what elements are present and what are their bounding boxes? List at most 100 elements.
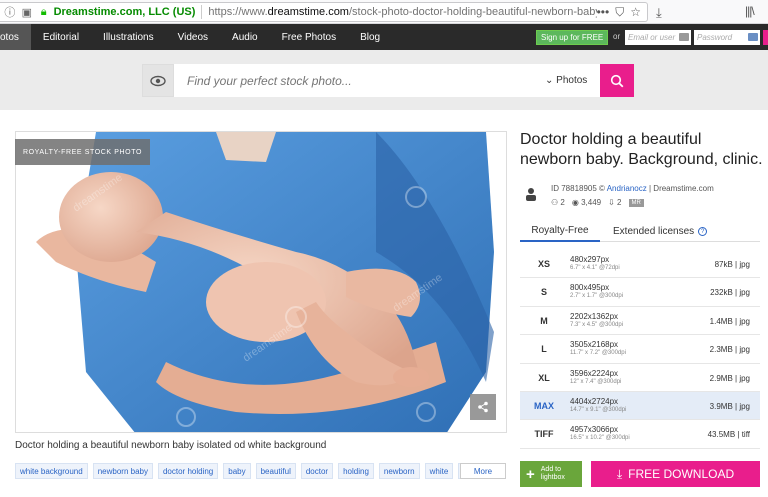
size-file-info: 2.3MB | jpg [709, 345, 750, 355]
size-row-l[interactable]: L 3505x2168px 11.7" x 7.2" @300dpi 2.3MB… [520, 335, 760, 364]
size-dimensions: 2202x1362px [570, 311, 619, 321]
site-identity[interactable]: Dreamstime.com, LLC (US) [54, 6, 196, 18]
downloads-count: 2 [617, 198, 622, 207]
pocket-icon[interactable]: ⛉ [615, 5, 624, 20]
nav-item-editorial[interactable]: Editorial [31, 24, 91, 50]
size-print-info: 6.7" x 4.1" @72dpi [570, 265, 620, 271]
tag[interactable]: white [424, 463, 454, 479]
size-file-info: 43.5MB | tiff [707, 430, 750, 440]
size-dimensions: 800x495px [570, 283, 610, 293]
search-input[interactable] [174, 64, 600, 97]
size-file-info: 3.9MB | jpg [709, 401, 750, 411]
size-dimensions: 3505x2168px [570, 340, 619, 350]
info-icon[interactable]: ⓘ [3, 5, 17, 19]
info-icon[interactable]: ? [698, 227, 708, 236]
email-field[interactable]: Email or user [625, 30, 691, 45]
size-print-info: 11.7" x 7.2" @300dpi [570, 350, 626, 357]
views-count: 3,449 [581, 198, 602, 207]
size-row-xl[interactable]: XL 3596x2224px 12" x 7.4" @300dpi 2.9MB … [520, 364, 760, 392]
size-print-info: 16.5" x 10.2" @300dpi [570, 435, 630, 442]
top-nav: otos Editorial Illustrations Videos Audi… [0, 24, 768, 50]
search-button[interactable] [600, 64, 634, 97]
search-band: ⌄ Photos [0, 50, 768, 110]
tag[interactable]: doctor holding [157, 463, 219, 479]
free-download-label: FREE DOWNLOAD [628, 467, 735, 481]
download-icon: ⤓ [616, 466, 623, 481]
nav-item-free-photos[interactable]: Free Photos [270, 24, 348, 50]
nav-item-blog[interactable]: Blog [348, 24, 392, 50]
free-download-button[interactable]: ⤓ FREE DOWNLOAD [591, 461, 760, 487]
share-button[interactable] [470, 394, 496, 420]
add-to-lightbox-button[interactable]: + Add to lightbox [520, 461, 582, 487]
size-row-max[interactable]: MAX 4404x2724px 14.7" x 9.1" @300dpi 3.9… [520, 391, 760, 421]
size-dimensions: 480x297px [570, 255, 610, 264]
size-file-info: 1.4MB | jpg [709, 316, 750, 326]
address-bar[interactable]: ⓘ ▣ 🔒︎ Dreamstime.com, LLC (US) https://… [0, 2, 648, 22]
size-row-m[interactable]: M 2202x1362px 7.3" x 4.5" @300dpi 1.4MB … [520, 307, 760, 336]
size-file-info: 232kB | jpg [710, 288, 750, 298]
tab-royalty-free[interactable]: Royalty-Free [520, 221, 600, 242]
more-tags-button[interactable]: More [460, 463, 506, 479]
login-button-edge[interactable] [763, 30, 768, 45]
password-field[interactable]: Password [694, 30, 760, 45]
browser-toolbar: ⓘ ▣ 🔒︎ Dreamstime.com, LLC (US) https://… [0, 0, 768, 24]
size-label: L [541, 344, 547, 355]
image-title: Doctor holding a beautiful newborn baby.… [520, 131, 763, 168]
tag[interactable]: white background [15, 463, 88, 479]
search-type-dropdown[interactable]: ⌄ Photos [545, 75, 587, 86]
size-file-info: 2.9MB | jpg [709, 373, 750, 383]
image-id-line: ID 78818905 © Andrianocz | Dreamstime.co… [551, 184, 714, 193]
share-icon [478, 401, 488, 413]
tab-extended-licenses[interactable]: Extended licenses ? [613, 221, 708, 242]
nav-item-audio[interactable]: Audio [220, 24, 270, 50]
image-id: ID 78818905 © [551, 184, 605, 193]
search-icon [610, 74, 624, 87]
download-icon[interactable]: ⤓ [656, 5, 662, 21]
royalty-free-badge: ROYALTY-FREE STOCK PHOTO [15, 139, 150, 165]
url-prefix: https://www. [208, 6, 268, 18]
tag[interactable]: newborn [378, 463, 420, 479]
tag[interactable]: beautiful [255, 463, 296, 479]
permissions-icon[interactable]: ▣ [20, 5, 34, 19]
library-icon[interactable]: |||\ [745, 4, 755, 18]
page-actions-icon[interactable]: ••• [597, 5, 610, 20]
email-placeholder: Email or user [628, 33, 676, 42]
size-row-tiff[interactable]: TIFF 4957x3066px 16.5" x 10.2" @300dpi 4… [520, 420, 760, 449]
size-print-info: 7.3" x 4.5" @300dpi [570, 321, 624, 328]
bookmark-star-icon[interactable]: ☆ [630, 5, 641, 20]
url-text[interactable]: https://www.dreamstime.com/stock-photo-d… [208, 6, 596, 18]
users-icon: ⚇ [551, 198, 559, 207]
search-type-label: Photos [556, 75, 588, 86]
size-row-s[interactable]: S 800x495px 2.7" x 1.7" @300dpi 232kB | … [520, 278, 760, 307]
chevron-down-icon: ⌄ [545, 75, 554, 86]
author-link[interactable]: Andrianocz [607, 184, 647, 193]
image-source: | Dreamstime.com [648, 184, 714, 193]
nav-item-illustrations[interactable]: Illustrations [91, 24, 166, 50]
size-row-xs[interactable]: XS 480x297px 6.7" x 4.1" @72dpi 87kB | j… [520, 250, 760, 279]
tag[interactable]: baby [223, 463, 251, 479]
download-count-icon: ⇩ [608, 198, 615, 207]
password-placeholder: Password [697, 33, 733, 42]
signup-button[interactable]: Sign up for FREE [536, 30, 609, 45]
eye-icon: ◉ [571, 198, 579, 207]
nav-item-photos[interactable]: otos [0, 24, 31, 50]
size-label: M [540, 315, 548, 326]
nav-item-videos[interactable]: Videos [166, 24, 220, 50]
stock-photo[interactable]: dreamstime dreamstime dreamstime [15, 131, 507, 433]
size-print-info: 2.7" x 1.7" @300dpi [570, 293, 624, 300]
size-label: XS [537, 259, 550, 269]
url-divider [201, 5, 203, 19]
image-stats: ⚇ 2 ◉ 3,449 ⇩ 2 MR [551, 198, 644, 207]
size-table: XS 480x297px 6.7" x 4.1" @72dpi 87kB | j… [520, 250, 760, 449]
tag[interactable]: doctor [300, 463, 334, 479]
tag[interactable]: holding [338, 463, 374, 479]
or-label: or [613, 32, 621, 41]
author-avatar-icon[interactable] [524, 187, 538, 201]
visual-search-eye-icon[interactable] [142, 64, 174, 97]
tag[interactable]: newborn baby [92, 463, 153, 479]
collections-count: 2 [560, 198, 565, 207]
plus-icon: + [526, 465, 535, 483]
photo-caption: Doctor holding a beautiful newborn baby … [15, 440, 327, 451]
url-path: /stock-photo-doctor-holding-beautiful-ne… [348, 6, 597, 18]
size-dimensions: 4957x3066px [570, 425, 619, 435]
